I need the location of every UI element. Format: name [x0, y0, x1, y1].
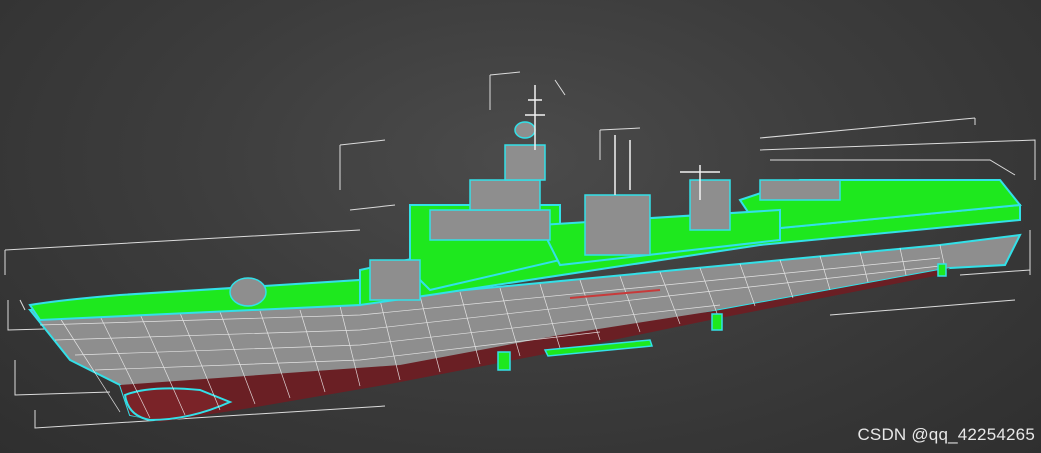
ship-wireframe-model[interactable] [0, 0, 1041, 453]
3d-viewport[interactable]: CSDN @qq_42254265 [0, 0, 1041, 453]
watermark-text: CSDN @qq_42254265 [857, 425, 1035, 444]
